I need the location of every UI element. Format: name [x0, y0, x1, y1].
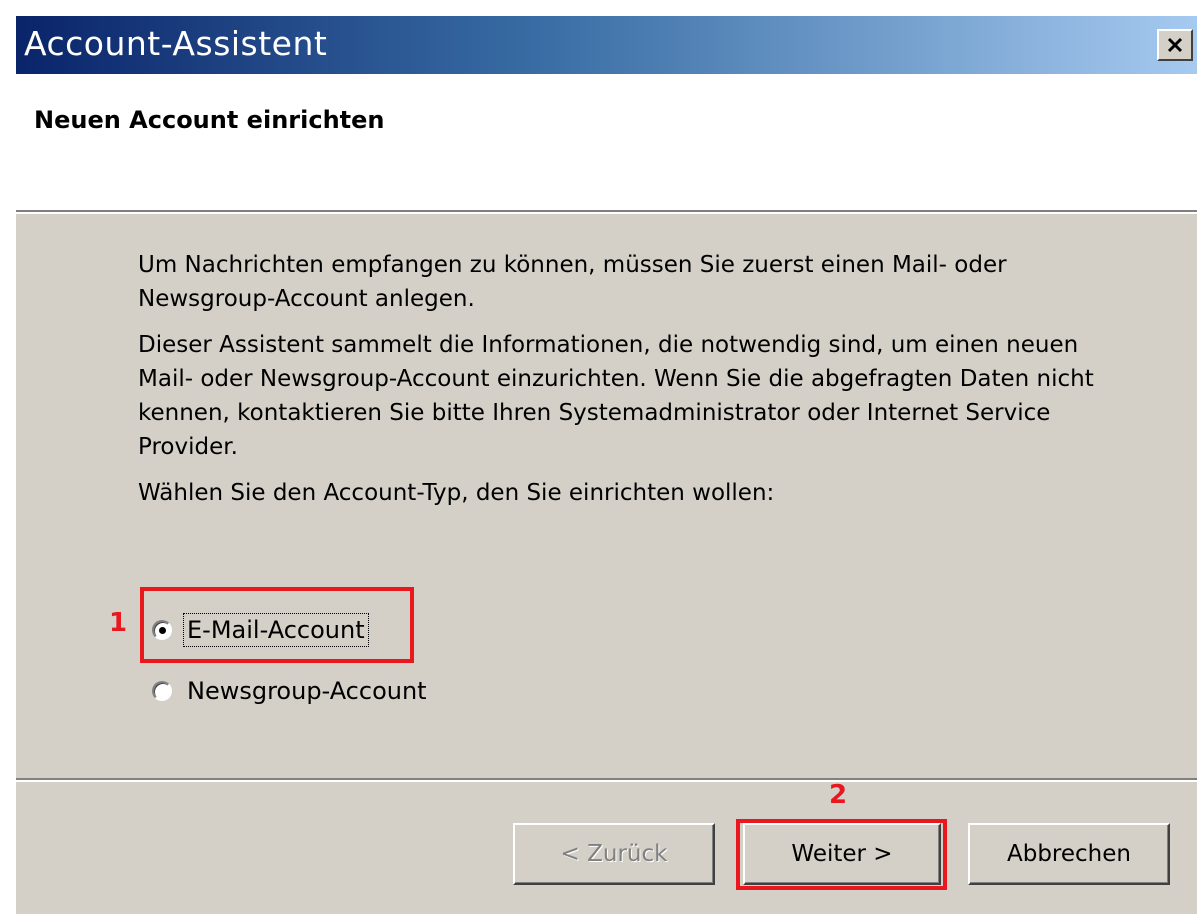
radio-newsgroup-account[interactable]: Newsgroup-Account: [152, 671, 430, 711]
wizard-header: Neuen Account einrichten: [16, 74, 1197, 214]
annotation-number-1: 1: [109, 608, 128, 638]
annotation-number-2: 2: [829, 780, 848, 810]
radio-label-newsgroup[interactable]: Newsgroup-Account: [184, 675, 430, 707]
annotation-box-2: [736, 819, 947, 890]
account-wizard-dialog: Account-Assistent Neuen Account einricht…: [14, 14, 1197, 914]
radio-button[interactable]: [152, 681, 172, 701]
title-bar[interactable]: Account-Assistent: [16, 16, 1197, 74]
wizard-content: Um Nachrichten empfangen zu können, müss…: [138, 248, 1138, 522]
close-button[interactable]: [1157, 29, 1193, 61]
prompt-text: Wählen Sie den Account-Typ, den Sie einr…: [138, 480, 775, 506]
intro-text: Um Nachrichten empfangen zu können, müss…: [138, 252, 1007, 312]
cancel-button[interactable]: Abbrechen: [968, 823, 1170, 885]
window-title: Account-Assistent: [24, 24, 328, 63]
page-title: Neuen Account einrichten: [34, 106, 385, 134]
description-text: Dieser Assistent sammelt die Information…: [138, 332, 1094, 460]
back-button[interactable]: < Zurück: [513, 823, 715, 885]
annotation-box-1: [140, 587, 414, 663]
button-separator: [16, 778, 1197, 782]
close-icon: [1167, 37, 1183, 53]
